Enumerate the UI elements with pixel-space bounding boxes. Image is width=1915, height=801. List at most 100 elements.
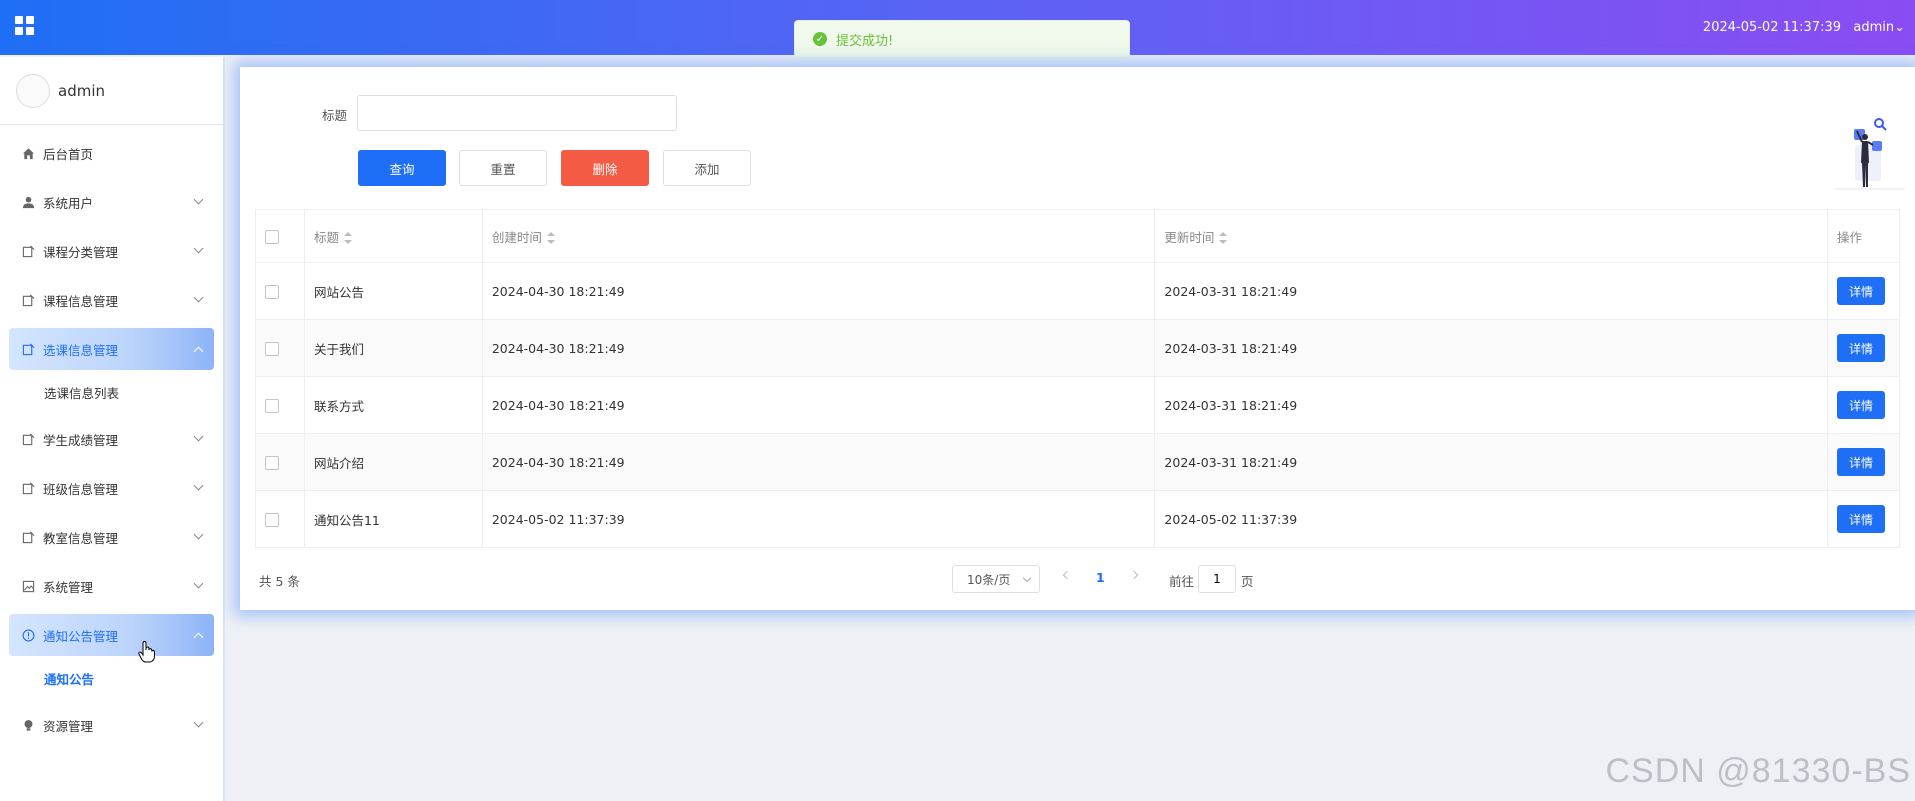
sort-icon[interactable] xyxy=(1219,232,1228,244)
table-row: 联系方式 2024-04-30 18:21:49 2024-03-31 18:2… xyxy=(255,376,1901,434)
sidebar-item-label: 通知公告管理 xyxy=(43,628,119,644)
chevron-down-icon xyxy=(193,529,204,540)
row-checkbox[interactable] xyxy=(265,341,279,356)
sidebar-item-resources[interactable]: 资源管理 xyxy=(9,704,214,746)
user-icon xyxy=(21,195,35,209)
detail-button[interactable]: 详情 xyxy=(1836,505,1885,533)
table-row: 网站介绍 2024-04-30 18:21:49 2024-03-31 18:2… xyxy=(255,433,1901,491)
main-panel: 标题 查询 重置 删除 添加 标题 创建时间 更新时间 操作 网站公告 2024… xyxy=(240,67,1915,610)
sidebar-item-label: 班级信息管理 xyxy=(43,481,119,497)
search-title-label: 标题 xyxy=(322,108,348,123)
sort-icon[interactable] xyxy=(343,232,352,244)
apps-grid-icon[interactable] xyxy=(15,16,35,36)
sidebar-item-label: 课程分类管理 xyxy=(43,244,119,260)
sidebar-menu: 后台首页 系统用户 课程分类管理 课程信息管理 选课信息管理 选课信息列表 学生… xyxy=(0,132,223,746)
sort-icon[interactable] xyxy=(546,232,555,244)
detail-button[interactable]: 详情 xyxy=(1836,277,1885,305)
detail-button[interactable]: 详情 xyxy=(1836,334,1885,362)
cell-actions: 详情 xyxy=(1827,262,1901,320)
column-header-title[interactable]: 标题 xyxy=(304,209,483,263)
row-select-cell xyxy=(255,319,305,377)
search-title-input[interactable] xyxy=(357,95,677,131)
detail-button[interactable]: 详情 xyxy=(1836,448,1885,476)
goto-suffix: 页 xyxy=(1241,574,1254,589)
column-header-updated[interactable]: 更新时间 xyxy=(1154,209,1828,263)
chevron-down-icon xyxy=(193,292,204,303)
user-menu[interactable]: admin⌄ xyxy=(1853,20,1905,35)
cell-created: 2024-04-30 18:21:49 xyxy=(482,319,1156,377)
sidebar-item-label: 学生成绩管理 xyxy=(43,432,119,448)
table-row: 通知公告11 2024-05-02 11:37:39 2024-05-02 11… xyxy=(255,490,1901,548)
column-header-created[interactable]: 创建时间 xyxy=(482,209,1156,263)
row-checkbox[interactable] xyxy=(265,398,279,413)
sidebar-item-classrooms[interactable]: 教室信息管理 xyxy=(9,516,214,558)
cell-actions: 详情 xyxy=(1827,319,1901,377)
chevron-down-icon xyxy=(193,431,204,442)
next-page-icon[interactable] xyxy=(1129,570,1139,580)
search-illustration-icon xyxy=(1835,118,1905,190)
cell-title: 网站公告 xyxy=(304,262,483,320)
sidebar-item-grades[interactable]: 学生成绩管理 xyxy=(9,418,214,460)
column-header-updated-label: 更新时间 xyxy=(1164,229,1215,245)
add-button[interactable]: 添加 xyxy=(663,150,751,186)
home-icon xyxy=(21,146,35,160)
sidebar-subitem-enrollment-list[interactable]: 选课信息列表 xyxy=(9,377,214,411)
sidebar-item-system[interactable]: 系统管理 xyxy=(9,565,214,607)
sidebar-profile: admin xyxy=(0,57,223,125)
chevron-down-icon xyxy=(193,194,204,205)
sidebar-item-label: 后台首页 xyxy=(43,146,94,162)
row-select-cell xyxy=(255,490,305,548)
cell-title: 联系方式 xyxy=(304,376,483,434)
sidebar-item-label: 系统管理 xyxy=(43,579,94,595)
query-button[interactable]: 查询 xyxy=(358,150,446,186)
chevron-down-icon xyxy=(193,578,204,589)
chevron-down-icon: ⌄ xyxy=(1894,20,1905,35)
sidebar-item-label: 教室信息管理 xyxy=(43,530,119,546)
page-number-current[interactable]: 1 xyxy=(1096,570,1105,585)
pagination-total: 共 5 条 xyxy=(259,574,300,589)
goto-page-input[interactable] xyxy=(1198,565,1236,593)
chevron-down-icon xyxy=(193,243,204,254)
prev-page-icon[interactable] xyxy=(1062,570,1072,580)
row-checkbox[interactable] xyxy=(265,455,279,470)
chevron-down-icon xyxy=(193,480,204,491)
column-header-actions: 操作 xyxy=(1827,209,1901,263)
watermark: CSDN @81330-BS xyxy=(1605,752,1911,790)
cell-updated: 2024-05-02 11:37:39 xyxy=(1154,490,1828,548)
success-check-icon: ✓ xyxy=(813,32,827,46)
reset-button[interactable]: 重置 xyxy=(459,150,547,186)
table-row: 关于我们 2024-04-30 18:21:49 2024-03-31 18:2… xyxy=(255,319,1901,377)
sidebar-item-label: 课程信息管理 xyxy=(43,293,119,309)
sidebar-item-users[interactable]: 系统用户 xyxy=(9,181,214,223)
sidebar-item-course-info[interactable]: 课程信息管理 xyxy=(9,279,214,321)
cell-updated: 2024-03-31 18:21:49 xyxy=(1154,319,1828,377)
header-datetime: 2024-05-02 11:37:39 xyxy=(1702,20,1841,35)
sidebar-item-label: 系统用户 xyxy=(43,195,94,211)
delete-button[interactable]: 删除 xyxy=(561,150,649,186)
row-checkbox[interactable] xyxy=(265,512,279,527)
row-select-cell xyxy=(255,433,305,491)
sidebar-item-notices[interactable]: 通知公告管理 xyxy=(9,614,214,656)
sidebar-item-course-category[interactable]: 课程分类管理 xyxy=(9,230,214,272)
sidebar-item-home[interactable]: 后台首页 xyxy=(9,132,214,174)
user-menu-label: admin xyxy=(1853,20,1895,35)
sidebar-subitem-notices[interactable]: 通知公告 xyxy=(9,663,214,697)
sidebar-item-label: 资源管理 xyxy=(43,718,94,734)
sidebar-item-enrollment[interactable]: 选课信息管理 xyxy=(9,328,214,370)
select-all-cell xyxy=(255,209,305,263)
page-size-select[interactable]: 10条/页 xyxy=(952,565,1040,593)
success-toast: ✓ 提交成功! xyxy=(794,20,1130,58)
notices-table: 标题 创建时间 更新时间 操作 网站公告 2024-04-30 18:21:49… xyxy=(255,209,1901,548)
sidebar: admin 后台首页 系统用户 课程分类管理 课程信息管理 选课信息管理 选课信… xyxy=(0,57,225,801)
chevron-down-icon xyxy=(1022,573,1032,583)
page-size-value: 10条/页 xyxy=(967,572,1011,587)
cell-title: 通知公告11 xyxy=(304,490,483,548)
sidebar-item-classes[interactable]: 班级信息管理 xyxy=(9,467,214,509)
hand-cursor-icon xyxy=(138,641,155,663)
cell-created: 2024-04-30 18:21:49 xyxy=(482,262,1156,320)
table-header-row: 标题 创建时间 更新时间 操作 xyxy=(255,209,1901,263)
row-checkbox[interactable] xyxy=(265,284,279,299)
row-select-cell xyxy=(255,376,305,434)
select-all-checkbox[interactable] xyxy=(265,229,279,244)
detail-button[interactable]: 详情 xyxy=(1836,391,1885,419)
